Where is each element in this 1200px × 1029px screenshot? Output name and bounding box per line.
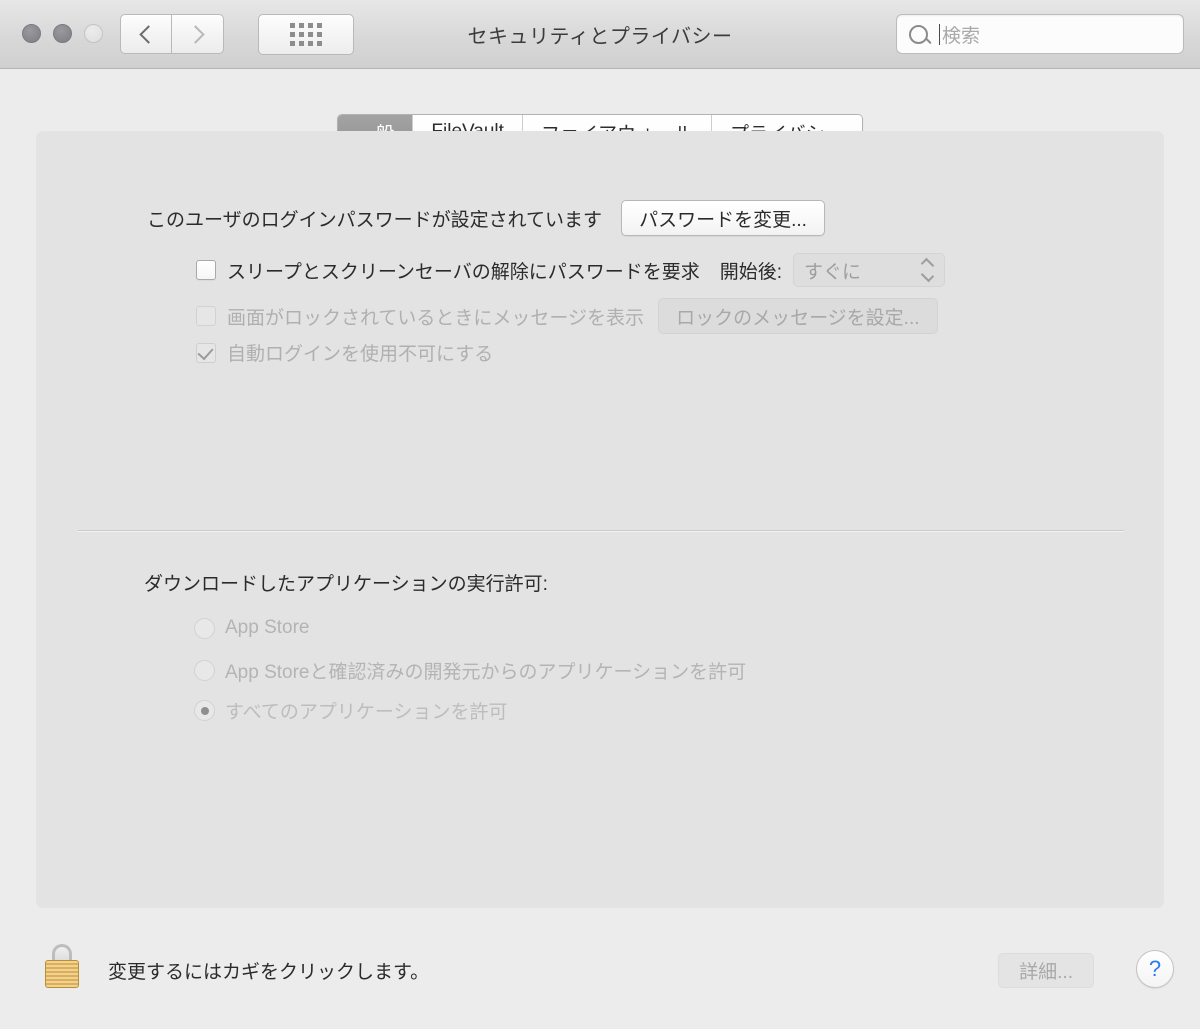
password-delay-value: すぐに — [804, 261, 862, 283]
search-icon — [909, 24, 928, 44]
gatekeeper-option-anywhere[interactable]: すべてのアプリケーションを許可 — [194, 697, 508, 724]
checkmark-icon — [197, 343, 214, 360]
disable-auto-login-checkbox[interactable] — [196, 342, 216, 363]
disable-auto-login-row: 自動ログインを使用不可にする — [196, 339, 493, 366]
delay-after-label: 開始後: — [719, 261, 783, 283]
radio-appstore-identified-label: App Storeと確認済みの開発元からのアプリケーションを許可 — [225, 662, 747, 683]
help-button[interactable]: ? — [1136, 950, 1174, 988]
section-divider — [78, 530, 1124, 532]
gatekeeper-option-appstore-identified[interactable]: App Storeと確認済みの開発元からのアプリケーションを許可 — [194, 657, 746, 684]
text-caret — [939, 23, 940, 45]
radio-appstore-label: App Store — [225, 617, 310, 638]
require-password-label[interactable]: スリープとスクリーンセーバの解除にパスワードを要求 — [227, 257, 700, 284]
show-lock-message-checkbox[interactable] — [196, 306, 216, 326]
password-delay-popup[interactable]: すぐに — [793, 253, 946, 287]
password-status-label: このユーザのログインパスワードが設定されています — [147, 209, 603, 231]
padlock-locked-icon[interactable] — [43, 944, 81, 988]
show-lock-message-row: 画面がロックされているときにメッセージを表示 ロックのメッセージを設定... — [196, 298, 938, 334]
set-lock-message-button[interactable]: ロックのメッセージを設定... — [658, 298, 938, 334]
change-password-button[interactable]: パスワードを変更... — [621, 200, 825, 236]
advanced-button[interactable]: 詳細... — [998, 953, 1094, 988]
chevron-updown-icon — [920, 257, 935, 283]
gatekeeper-heading: ダウンロードしたアプリケーションの実行許可: — [144, 574, 548, 595]
gatekeeper-option-appstore[interactable]: App Store — [194, 617, 310, 639]
search-input[interactable]: 検索 — [896, 14, 1184, 54]
radio-selected-dot — [200, 706, 209, 715]
disable-auto-login-label: 自動ログインを使用不可にする — [227, 344, 494, 365]
show-lock-message-label: 画面がロックされているときにメッセージを表示 — [227, 307, 645, 329]
window-titlebar: セキュリティとプライバシー 検索 — [0, 0, 1200, 69]
require-password-checkbox[interactable] — [196, 260, 216, 280]
require-password-row: スリープとスクリーンセーバの解除にパスワードを要求 開始後: すぐに — [196, 253, 946, 287]
preferences-panel: このユーザのログインパスワードが設定されています パスワードを変更... スリー… — [36, 131, 1164, 908]
lock-caption: 変更するにはカギをクリックします。 — [108, 962, 430, 983]
radio-appstore[interactable] — [194, 617, 215, 639]
radio-appstore-identified[interactable] — [194, 660, 215, 681]
password-status-row: このユーザのログインパスワードが設定されています パスワードを変更... — [147, 200, 825, 236]
radio-anywhere[interactable] — [194, 700, 215, 721]
search-placeholder: 検索 — [942, 25, 981, 47]
radio-anywhere-label: すべてのアプリケーションを許可 — [225, 702, 508, 723]
